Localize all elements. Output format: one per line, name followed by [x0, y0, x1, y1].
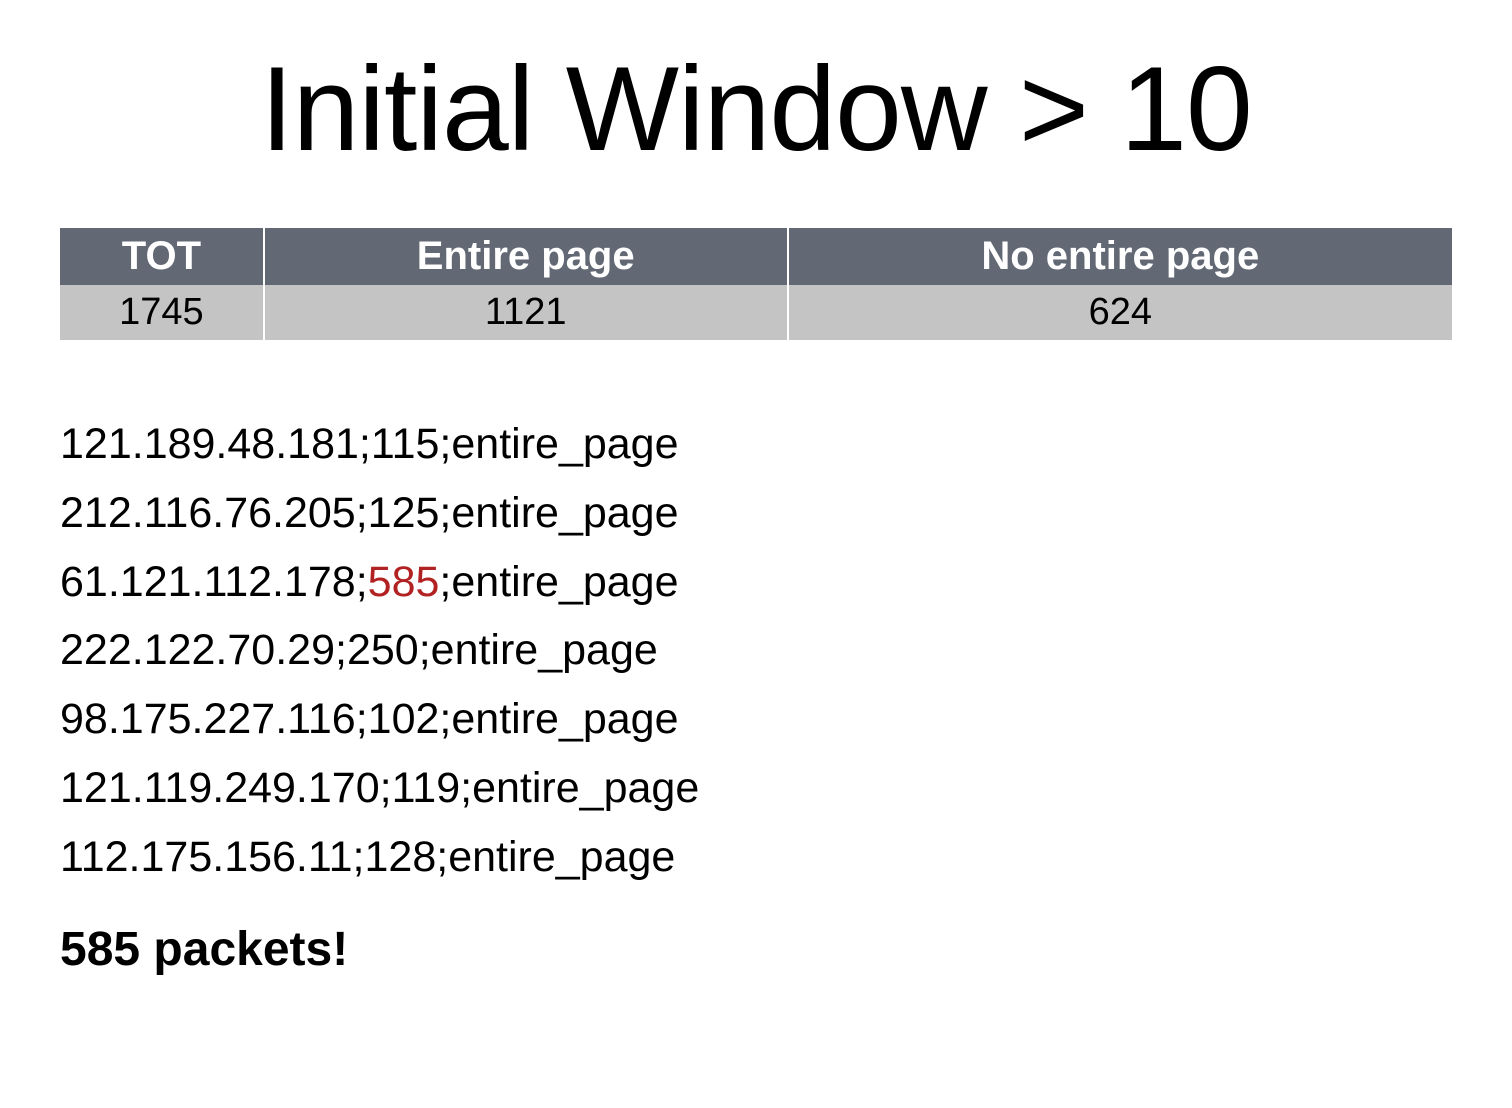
log-tag: entire_page: [451, 420, 678, 468]
log-ip: 222.122.70.29: [60, 626, 335, 674]
log-count: 250: [347, 626, 419, 674]
log-ip: 212.116.76.205: [60, 489, 356, 537]
log-tag: entire_page: [431, 626, 658, 674]
log-line: 121.189.48.181;115;entire_page: [60, 410, 1452, 479]
log-ip: 98.175.227.116: [60, 695, 356, 743]
log-tag: entire_page: [451, 695, 678, 743]
log-count: 125: [368, 489, 440, 537]
log-line: 222.122.70.29;250;entire_page: [60, 616, 1452, 685]
log-line: 112.175.156.11;128;entire_page: [60, 823, 1452, 892]
table-header-no-entire-page: No entire page: [788, 228, 1452, 285]
log-line: 121.119.249.170;119;entire_page: [60, 754, 1452, 823]
slide-title: Initial Window > 10: [60, 40, 1452, 178]
log-ip: 112.175.156.11: [60, 833, 353, 881]
table-header-row: TOT Entire page No entire page: [60, 228, 1452, 285]
log-ip: 61.121.112.178: [60, 558, 356, 606]
log-ip: 121.189.48.181: [60, 420, 359, 468]
log-count: 128: [364, 833, 436, 881]
log-line: 212.116.76.205;125;entire_page: [60, 479, 1452, 548]
log-count: 115: [371, 420, 440, 468]
table-header-entire-page: Entire page: [264, 228, 788, 285]
callout-text: 585 packets!: [60, 922, 1452, 977]
log-tag: entire_page: [451, 558, 678, 606]
table-row: 1745 1121 624: [60, 285, 1452, 340]
summary-table: TOT Entire page No entire page 1745 1121…: [60, 228, 1452, 340]
log-tag: entire_page: [448, 833, 675, 881]
log-line: 98.175.227.116;102;entire_page: [60, 685, 1452, 754]
log-line: 61.121.112.178;585;entire_page: [60, 548, 1452, 617]
log-count: 585: [368, 558, 440, 606]
table-header-tot: TOT: [60, 228, 264, 285]
log-count: 119: [392, 764, 461, 812]
log-tag: entire_page: [472, 764, 699, 812]
log-tag: entire_page: [451, 489, 678, 537]
log-count: 102: [368, 695, 440, 743]
log-list: 121.189.48.181;115;entire_page212.116.76…: [60, 410, 1452, 892]
table-cell-no-entire-page: 624: [788, 285, 1452, 340]
table-cell-tot: 1745: [60, 285, 264, 340]
table-cell-entire-page: 1121: [264, 285, 788, 340]
log-ip: 121.119.249.170: [60, 764, 380, 812]
